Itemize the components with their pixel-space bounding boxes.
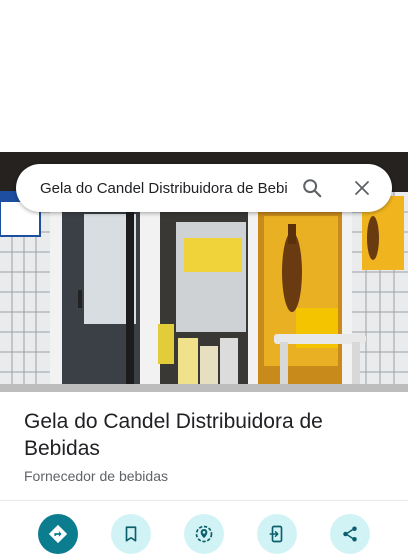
save-button[interactable]: [111, 514, 151, 554]
send-to-phone-button[interactable]: [257, 514, 297, 554]
share-icon: [343, 526, 357, 542]
directions-button[interactable]: [38, 514, 78, 554]
share-button[interactable]: [330, 514, 370, 554]
close-icon[interactable]: [344, 170, 380, 206]
place-info: Gela do Candel Distribuidora de Bebidas …: [24, 408, 384, 484]
bookmark-icon: [125, 526, 137, 542]
search-query-text[interactable]: Gela do Candel Distribuidora de Bebidas: [40, 180, 288, 197]
send-to-phone-icon: [269, 525, 283, 543]
nearby-button[interactable]: [184, 514, 224, 554]
place-name: Gela do Candel Distribuidora de Bebidas: [24, 410, 323, 460]
action-bar: [0, 514, 408, 554]
directions-icon: [48, 524, 68, 544]
search-bar[interactable]: Gela do Candel Distribuidora de Bebidas: [16, 164, 392, 212]
place-category[interactable]: Fornecedor de bebidas: [24, 468, 384, 484]
nearby-icon: [195, 525, 213, 543]
divider: [0, 500, 408, 501]
map-area[interactable]: [0, 0, 408, 152]
search-icon[interactable]: [294, 170, 330, 206]
